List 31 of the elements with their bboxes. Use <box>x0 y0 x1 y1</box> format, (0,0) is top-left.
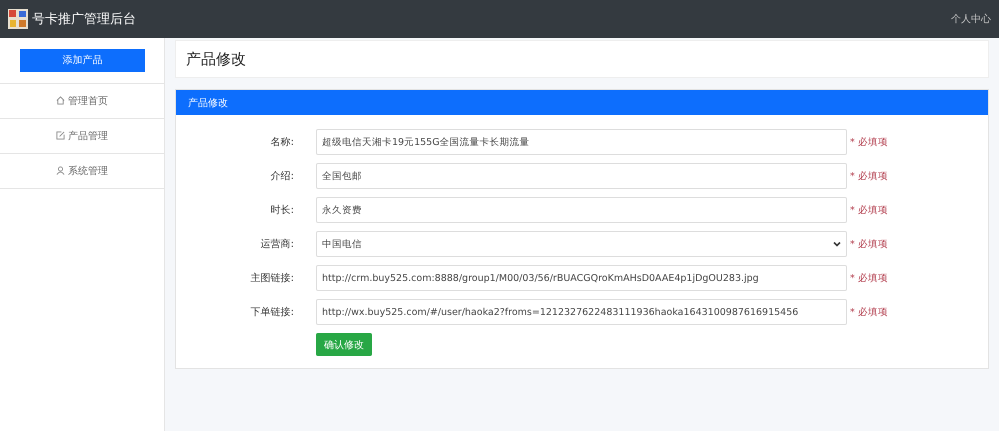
panel-title: 产品修改 <box>188 96 228 110</box>
required-note: * 必填项 <box>850 238 888 250</box>
user-center-link[interactable]: 个人中心 <box>951 12 991 26</box>
sidebar-item[interactable]: 系统管理 <box>0 154 164 188</box>
user-icon <box>56 166 65 175</box>
sidebar-item[interactable]: 管理首页 <box>0 84 164 118</box>
required-note: * 必填项 <box>850 272 888 284</box>
input-field[interactable]: 全国包邮 <box>316 163 847 189</box>
required-note: * 必填项 <box>850 306 888 318</box>
input-field[interactable]: 超级电信天湘卡19元155G全国流量卡长期流量 <box>316 129 847 155</box>
field-label: 介绍: <box>270 170 294 183</box>
chevron-icon <box>833 241 841 247</box>
input-field[interactable]: http://crm.buy525.com:8888/group1/M00/03/56/rBUACGQroKmAHsD0AAE4p1jDgOU283.jpg <box>316 265 847 291</box>
field-label: 下单链接: <box>250 306 294 319</box>
page-title: 产品修改 <box>186 50 246 68</box>
field-label: 运营商: <box>260 238 294 251</box>
add-product-button[interactable]: 添加产品 <box>20 48 145 72</box>
field-label: 主图链接: <box>250 272 294 285</box>
input-field[interactable]: 永久资费 <box>316 197 847 223</box>
required-note: * 必填项 <box>850 136 888 148</box>
app-title: 号卡推广管理后台 <box>32 11 136 28</box>
input-field[interactable]: http://wx.buy525.com/#/user/haoka2?froms=1212327622483111936haoka1643100987616915456 <box>316 299 847 325</box>
select-field[interactable]: 中国电信 <box>316 231 847 257</box>
edit-icon <box>56 131 65 140</box>
required-note: * 必填项 <box>850 170 888 182</box>
field-label: 时长: <box>270 204 294 217</box>
sidebar-item[interactable]: 产品管理 <box>0 118 164 154</box>
required-note: * 必填项 <box>850 204 888 216</box>
field-label: 名称: <box>270 136 294 149</box>
logo-icon <box>8 9 28 29</box>
home-icon <box>56 96 65 105</box>
